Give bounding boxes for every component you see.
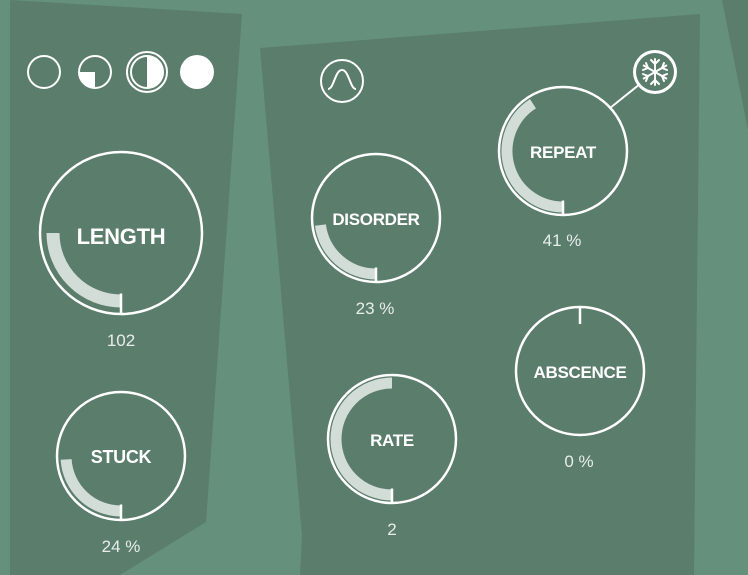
length-knob[interactable]: LENGTH (37, 149, 205, 317)
absence-value: 0 % (564, 452, 594, 471)
waveform-button[interactable] (319, 58, 365, 104)
repeat-knob-arc (501, 99, 564, 213)
disorder-knob[interactable]: DISORDER (309, 151, 443, 285)
disorder-knob-graphic (310, 152, 442, 284)
absence-knob[interactable]: ABSCENCE (513, 304, 647, 438)
mode-half-button[interactable] (125, 50, 169, 94)
length-knob-graphic (38, 150, 204, 316)
stuck-knob-ring (55, 390, 187, 522)
length-knob-ring (38, 150, 204, 316)
stuck-knob-arc (60, 458, 122, 517)
stuck-knob-graphic (55, 390, 187, 522)
snowflake-icon (633, 50, 677, 94)
repeat-knob-ring (497, 85, 629, 217)
rate-knob-ring (326, 373, 458, 505)
repeat-value: 41 % (542, 231, 582, 250)
disorder-value: 23 % (355, 299, 395, 318)
right-edge-panel (722, 0, 748, 130)
disorder-knob-arc (314, 224, 377, 280)
circle-half-icon (126, 51, 168, 93)
mode-empty-button[interactable] (26, 54, 62, 90)
length-value: 102 (106, 331, 136, 350)
mode-full-button[interactable] (179, 54, 215, 90)
absence-knob-graphic (514, 305, 646, 437)
mode-quarter-button[interactable] (77, 54, 113, 90)
rate-knob[interactable]: RATE (325, 372, 459, 506)
rate-knob-arc (330, 377, 393, 501)
circle-quarter-icon (78, 55, 112, 89)
rate-knob-graphic (326, 373, 458, 505)
freeze-button[interactable] (632, 49, 678, 95)
absence-knob-ring (514, 305, 646, 437)
disorder-knob-ring (310, 152, 442, 284)
repeat-knob[interactable]: REPEAT (496, 84, 630, 218)
sine-wave-icon (320, 59, 364, 103)
rate-value: 2 (387, 520, 397, 539)
stuck-value: 24 % (101, 537, 141, 556)
circle-full-icon (180, 55, 214, 89)
stuck-knob[interactable]: STUCK (54, 389, 188, 523)
circle-empty-icon (27, 55, 61, 89)
repeat-knob-graphic (497, 85, 629, 217)
